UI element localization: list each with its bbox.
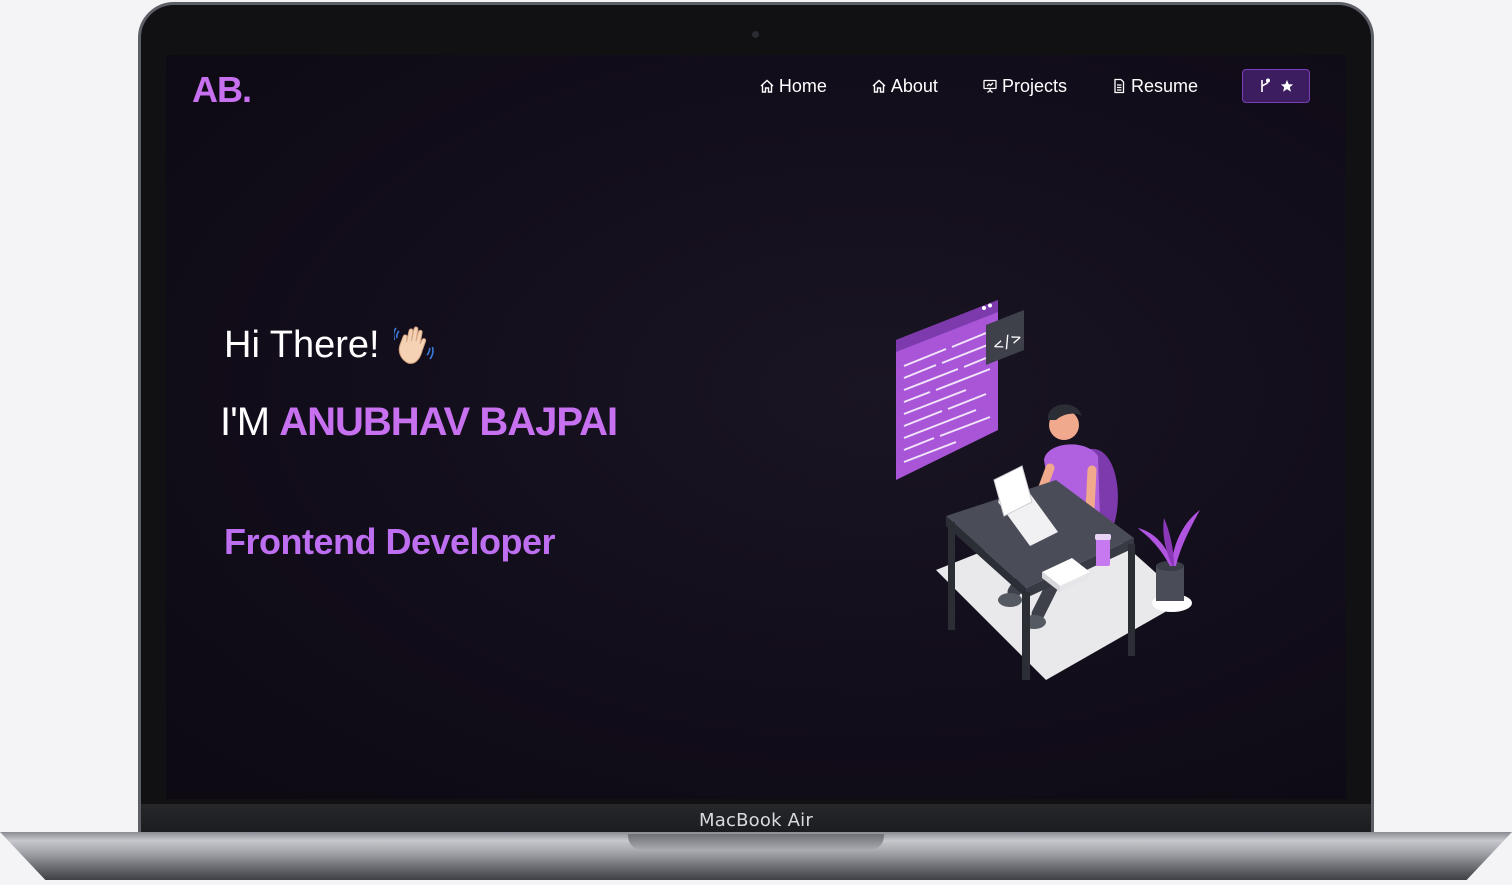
hero-role: Frontend Developer (224, 521, 556, 562)
nav-label-home: Home (778, 75, 827, 96)
hero-greeting: Hi There! (224, 323, 434, 367)
home-icon (760, 79, 774, 93)
github-fork-button[interactable] (1242, 69, 1310, 103)
nav-item-home[interactable]: Home (759, 76, 827, 97)
code-window-illustration: </> (896, 300, 1024, 480)
nav-item-resume[interactable]: Resume (1111, 76, 1198, 97)
hero-intro: I'M ANUBHAV BAJPAI (220, 400, 618, 445)
intro-prefix: I'M (220, 400, 270, 444)
nav-label-about: About (890, 75, 938, 96)
nav-item-about[interactable]: About (871, 76, 938, 97)
hero-name: ANUBHAV BAJPAI (279, 400, 618, 444)
laptop-mockup: AB. Home About Projects Resume Hi There!… (0, 0, 1512, 885)
laptop-hinge-notch (628, 834, 884, 850)
home-icon (872, 79, 886, 93)
nav-item-projects[interactable]: Projects (982, 76, 1067, 97)
laptop-chin: MacBook Air (141, 804, 1371, 836)
device-label: MacBook Air (699, 809, 813, 831)
laptop-screen: AB. Home About Projects Resume Hi There!… (166, 55, 1346, 799)
waving-hand-icon (393, 326, 434, 364)
nav-label-resume: Resume (1130, 75, 1198, 96)
greeting-text: Hi There! (224, 323, 380, 366)
presentation-icon (983, 79, 997, 94)
document-icon (1114, 78, 1125, 94)
star-icon (1280, 79, 1294, 92)
site-logo[interactable]: AB. (192, 69, 252, 111)
camera-dot (752, 31, 759, 38)
top-navigation: Home About Projects Resume (759, 69, 1310, 103)
nav-label-projects: Projects (1001, 75, 1067, 96)
git-fork-icon (1261, 78, 1271, 92)
developer-illustration: </> (896, 300, 1200, 680)
